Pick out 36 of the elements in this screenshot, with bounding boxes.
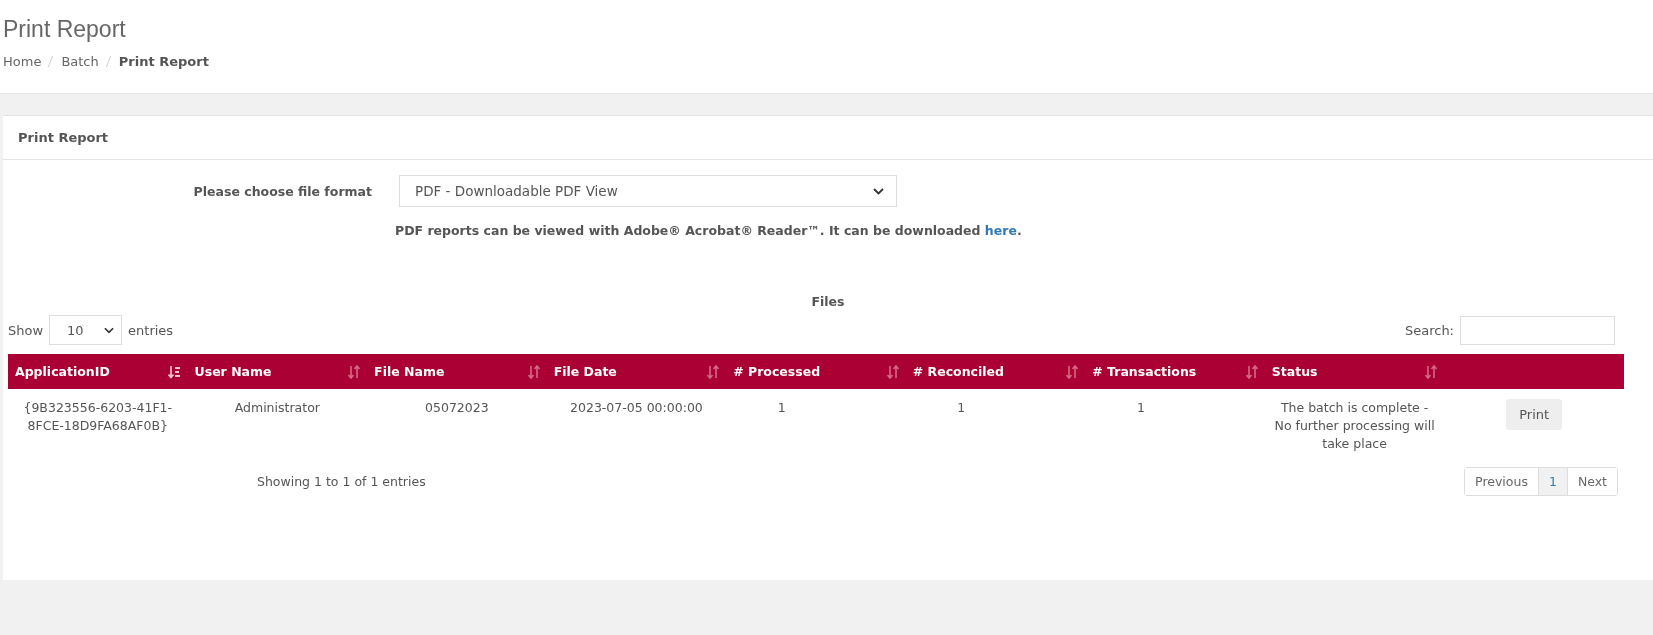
table-cell: The batch is complete - No further processing will take place [1264,389,1445,463]
page-size-select[interactable]: 10 [49,315,123,345]
table-cell: 1 [1085,389,1265,463]
column-header[interactable]: # Reconciled [905,354,1086,389]
column-header[interactable]: # Transactions [1085,354,1265,389]
panel-title: Print Report [18,130,109,145]
column-header[interactable]: File Name [367,354,547,389]
search-field[interactable] [1460,315,1615,345]
table-cell: 1 [726,389,906,463]
breadcrumb-item: Print Report [118,54,209,69]
table-cell: 1 [905,389,1086,463]
column-header[interactable]: Status [1264,354,1445,389]
show-label: Show [8,322,44,338]
pagination-button[interactable]: 1 [1537,468,1567,495]
table-cell: 2023-07-05 00:00:00 [546,389,727,463]
table-cell: {9B323556-6203-41F1-8FCE-18D9FA68AF0B} [8,389,188,463]
print-button[interactable]: Print [1506,399,1563,430]
search-label: Search: [1404,322,1454,338]
column-header[interactable]: File Date [546,354,727,389]
table-cell: Administrator [187,389,368,463]
column-header[interactable]: ApplicationID [8,354,188,389]
column-header[interactable]: # Processed [726,354,906,389]
page-title: Print Report [3,16,127,43]
column-header[interactable]: User Name [187,354,368,389]
format-label: Please choose file format [192,183,373,199]
table-info: Showing 1 to 1 of 1 entries [257,474,426,489]
table-title: Files [810,294,846,309]
format-select[interactable]: PDF - Downloadable PDF View [399,175,897,207]
chevron-down-icon [873,187,884,195]
breadcrumb-item[interactable]: Batch [61,54,99,69]
table-cell: 05072023 [367,389,547,463]
breadcrumb-item[interactable]: Home [3,54,42,69]
download-link[interactable]: here [984,223,1017,238]
chevron-down-icon [104,326,115,334]
format-note: PDF reports can be viewed with Adobe® Acrobat® Reader™. It can be downloaded here. [394,223,1023,238]
entries-label: entries [128,322,174,338]
